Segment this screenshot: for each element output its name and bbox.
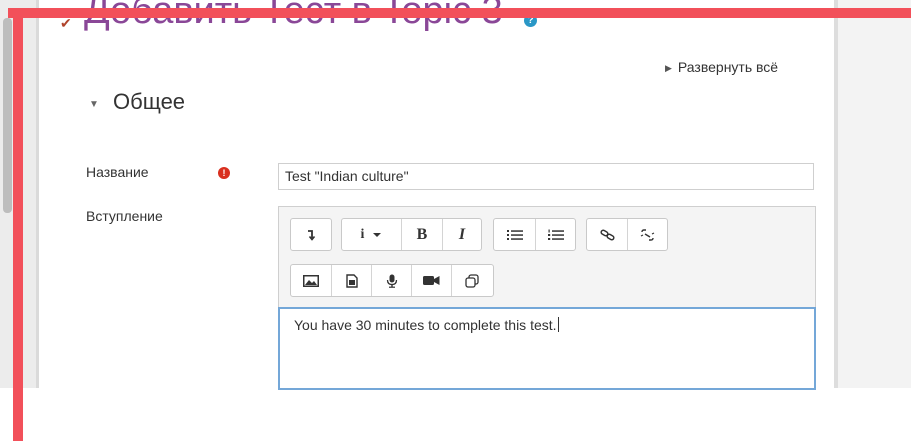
toolbar-group-media: [290, 264, 494, 297]
toolbar-group-lists: [493, 218, 576, 251]
toolbar-toggle-icon: [308, 229, 316, 241]
toolbar-group-style: i B I: [341, 218, 482, 251]
media-icon: [345, 273, 358, 288]
intro-label: Вступление: [86, 208, 163, 224]
highlight-frame-left: [13, 8, 23, 441]
intro-text: You have 30 minutes to complete this tes…: [294, 317, 559, 333]
intro-editor-content[interactable]: You have 30 minutes to complete this tes…: [278, 307, 816, 390]
bold-button[interactable]: B: [401, 219, 442, 250]
link-icon: [599, 229, 615, 240]
unordered-list-button[interactable]: [494, 219, 535, 250]
card-edge-left: [36, 0, 39, 388]
microphone-icon: [386, 274, 397, 288]
numbered-list-icon: [547, 229, 564, 240]
page-background-right: [838, 0, 911, 388]
toolbar-group-toggle: [290, 218, 332, 251]
name-label: Название: [86, 164, 149, 180]
ordered-list-button[interactable]: [535, 219, 575, 250]
checkmark-icon: ✔: [60, 15, 72, 31]
bullet-list-icon: [506, 229, 523, 240]
unlink-button[interactable]: [627, 219, 667, 250]
audio-button[interactable]: [371, 265, 411, 296]
image-icon: [303, 274, 319, 287]
caret-right-icon: ▶: [665, 63, 672, 73]
expand-all-label: Развернуть всё: [677, 59, 779, 75]
media-button[interactable]: [331, 265, 371, 296]
caret-down-icon[interactable]: ▼: [89, 99, 99, 110]
name-input[interactable]: Test "Indian culture": [278, 163, 814, 190]
style-button-label: i: [360, 226, 365, 242]
collapse-toolbar-button[interactable]: [291, 219, 331, 250]
unlink-icon: [640, 228, 655, 241]
style-button[interactable]: i: [342, 219, 401, 250]
italic-button[interactable]: I: [442, 219, 481, 250]
toolbar-group-links: [586, 218, 668, 251]
intro-text-value: You have 30 minutes to complete this tes…: [294, 317, 557, 333]
chevron-down-icon: [373, 232, 382, 237]
expand-all-link[interactable]: ▶ Развернуть всё: [665, 59, 778, 75]
text-caret: [557, 317, 559, 332]
image-button[interactable]: [291, 265, 331, 296]
highlight-frame-top: [8, 8, 911, 18]
files-icon: [464, 273, 479, 288]
link-button[interactable]: [587, 219, 627, 250]
manage-files-button[interactable]: [451, 265, 491, 296]
card-edge-right: [834, 0, 838, 388]
scrollbar-thumb[interactable]: [3, 18, 12, 213]
section-title[interactable]: Общее: [113, 89, 185, 115]
required-icon: !: [218, 167, 230, 179]
video-button[interactable]: [411, 265, 451, 296]
video-icon: [423, 276, 440, 285]
